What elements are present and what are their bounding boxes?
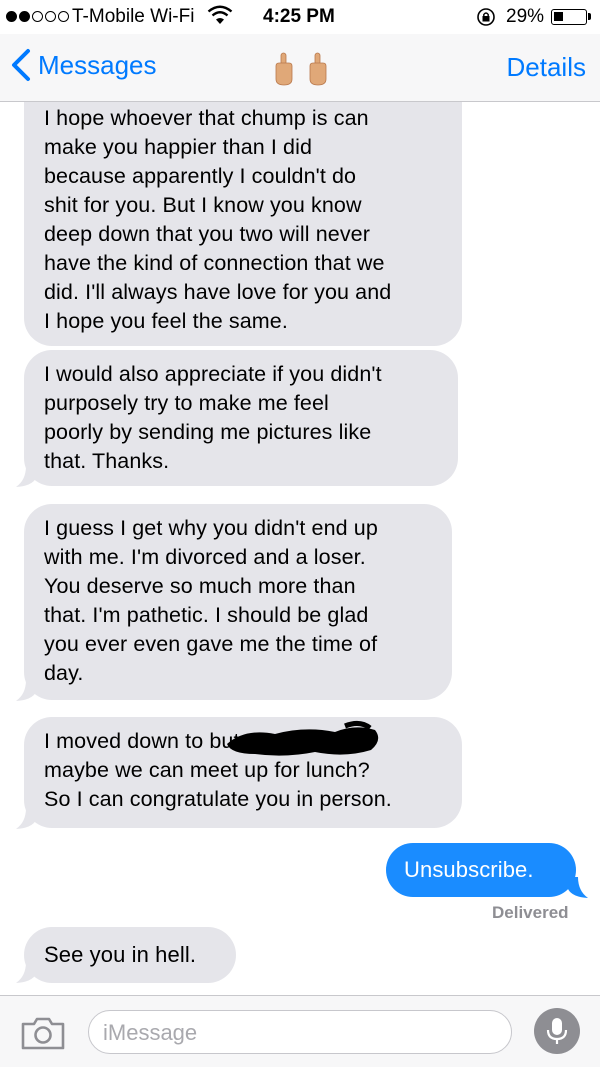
carrier-name: T-Mobile Wi-Fi <box>72 6 195 27</box>
bubble-tail <box>568 877 588 898</box>
battery-tip <box>588 13 591 20</box>
camera-icon[interactable] <box>20 1016 66 1050</box>
navigation-bar: Messages Details <box>0 34 600 102</box>
battery-icon <box>551 9 587 25</box>
bubble-tail <box>16 680 36 701</box>
status-bar: T-Mobile Wi-Fi 4:25 PM 29% <box>0 0 600 34</box>
rotation-lock-icon <box>477 8 495 26</box>
chevron-left-icon <box>12 49 30 81</box>
incoming-message-bubble[interactable]: I hope whoever that chump is can make yo… <box>24 102 462 346</box>
incoming-message-bubble[interactable]: I guess I get why you didn't end up with… <box>24 504 452 700</box>
outgoing-message-bubble[interactable]: Unsubscribe. <box>386 843 576 897</box>
bubble-tail <box>16 808 36 829</box>
clock: 4:25 PM <box>263 6 335 27</box>
redaction-scribble <box>227 720 379 756</box>
microphone-button[interactable] <box>534 1008 580 1054</box>
delivered-status: Delivered <box>492 903 569 922</box>
bubble-tail <box>16 466 36 487</box>
back-button[interactable]: Messages <box>10 48 157 82</box>
microphone-icon <box>546 1018 568 1044</box>
details-button[interactable]: Details <box>507 52 586 83</box>
imessage-placeholder: iMessage <box>103 1020 198 1045</box>
message-composer: iMessage <box>0 995 600 1067</box>
back-button-label: Messages <box>38 49 157 80</box>
incoming-message-bubble[interactable]: See you in hell. <box>24 927 236 983</box>
battery-percentage: 29% <box>506 6 545 27</box>
incoming-message-bubble[interactable]: I would also appreciate if you didn't pu… <box>24 350 458 486</box>
middle-finger-emoji-icon[interactable] <box>270 52 334 86</box>
imessage-input[interactable]: iMessage <box>88 1010 512 1054</box>
bubble-tail <box>16 962 36 983</box>
wifi-icon <box>207 5 233 24</box>
signal-strength-icon <box>6 11 69 22</box>
